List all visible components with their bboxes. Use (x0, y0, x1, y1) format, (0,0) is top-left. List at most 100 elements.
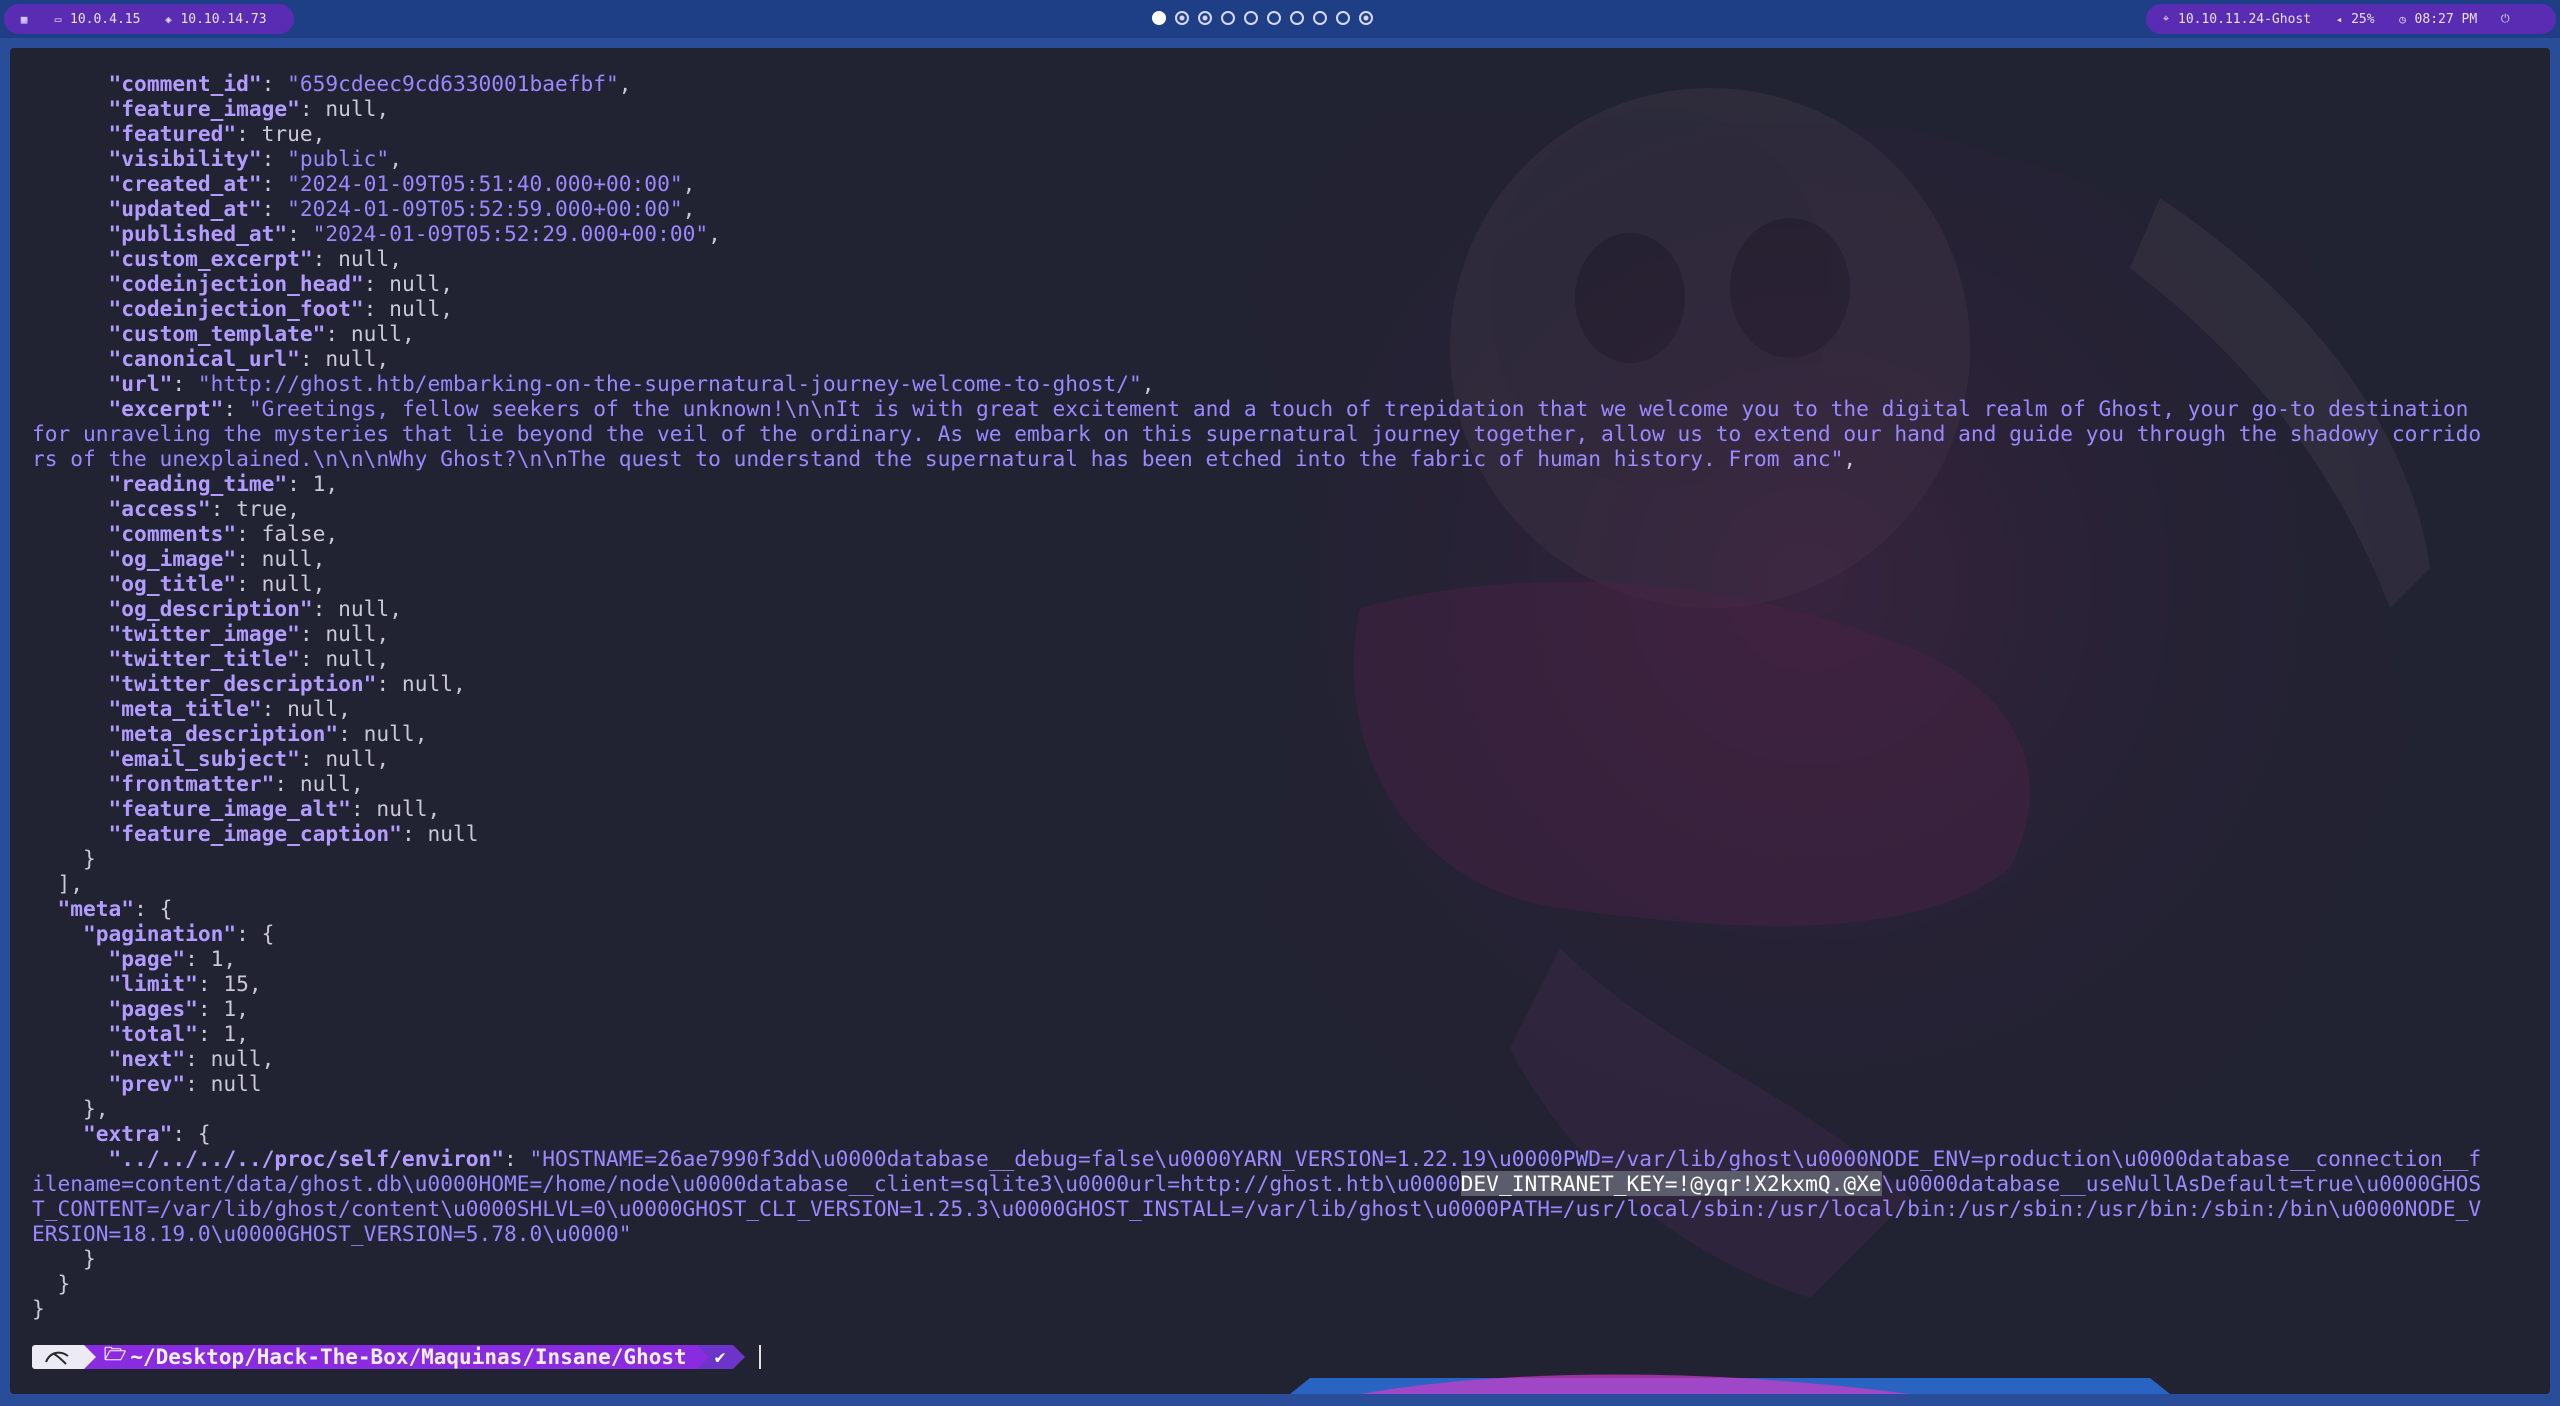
json-key: "total" (108, 1021, 198, 1046)
json-string: ilename=content/data/ghost.db\u0000HOME=… (32, 1171, 1461, 1196)
json-key: "meta_title" (108, 696, 262, 721)
json-string: \u0000database__useNullAsDefault=true\u0… (1881, 1171, 2482, 1196)
terminal-line: ilename=content/data/ghost.db\u0000HOME=… (32, 1171, 2542, 1196)
terminal-line: "pages": 1, (32, 996, 2542, 1021)
terminal-text: } (32, 1271, 71, 1296)
terminal-line: ], (32, 871, 2542, 896)
json-key: "codeinjection_head" (108, 271, 364, 296)
json-key: "meta_description" (108, 721, 339, 746)
terminal-line: T_CONTENT=/var/lib/ghost/content\u0000SH… (32, 1196, 2542, 1221)
terminal-text: : { (236, 921, 275, 946)
terminal-line: "feature_image_alt": null, (32, 796, 2542, 821)
status-ok-badge: ✔ (708, 1345, 734, 1369)
terminal-text: : null, (312, 596, 402, 621)
workspace-switcher (1152, 11, 1373, 25)
power-icon[interactable]: ⏻ (2499, 12, 2511, 26)
terminal-text: : true, (210, 496, 300, 521)
json-key: "feature_image_caption" (108, 821, 402, 846)
workspace-10[interactable] (1359, 11, 1373, 25)
json-key: "../../../../proc/self/environ" (108, 1146, 504, 1171)
json-string: for unraveling the mysteries that lie be… (32, 421, 2482, 446)
json-string: "Greetings, fellow seekers of the unknow… (248, 396, 2469, 421)
terminal-text: : (261, 146, 288, 171)
terminal-text: ], (32, 871, 84, 896)
json-string: "public" (287, 146, 390, 171)
terminal-text: : (261, 171, 288, 196)
terminal-line: } (32, 1271, 2542, 1296)
json-key: "codeinjection_foot" (108, 296, 364, 321)
terminal-line: } (32, 1296, 2542, 1321)
terminal-text: }, (32, 1096, 109, 1121)
terminal-text: , (682, 171, 696, 196)
json-key: "og_description" (108, 596, 313, 621)
grid-icon[interactable]: ▦ (18, 13, 30, 26)
terminal-line: "next": null, (32, 1046, 2542, 1071)
json-key: "reading_time" (108, 471, 288, 496)
json-key: "og_title" (108, 571, 237, 596)
workspace-3[interactable] (1198, 11, 1212, 25)
json-key: "limit" (108, 971, 198, 996)
volume-indicator[interactable]: ◂ 25% (2333, 12, 2375, 27)
terminal-line: "page": 1, (32, 946, 2542, 971)
terminal-output: "comment_id": "659cdeec9cd6330001baefbf"… (32, 71, 2542, 1321)
terminal-text: : null, (338, 721, 428, 746)
target-indicator: ⌖ 10.10.11.24-Ghost (2160, 12, 2311, 27)
terminal-line: ERSION=18.19.0\u0000GHOST_VERSION=5.78.0… (32, 1221, 2542, 1246)
workspace-2[interactable] (1175, 11, 1189, 25)
terminal-line: "codeinjection_head": null, (32, 271, 2542, 296)
workspace-4[interactable] (1221, 11, 1235, 25)
terminal-line: "access": true, (32, 496, 2542, 521)
terminal-line: "published_at": "2024-01-09T05:52:29.000… (32, 221, 2542, 246)
terminal-text: : { (134, 896, 173, 921)
workspace-6[interactable] (1267, 11, 1281, 25)
terminal-line: "custom_excerpt": null, (32, 246, 2542, 271)
clock-icon: ◷ (2399, 12, 2406, 26)
json-key: "twitter_image" (108, 621, 300, 646)
terminal-text: : 1, (197, 996, 249, 1021)
terminal-text: : 1, (197, 1021, 249, 1046)
shield-icon: ◈ (165, 12, 172, 26)
terminal-text: : null, (363, 271, 453, 296)
workspace-8[interactable] (1313, 11, 1327, 25)
workspace-5[interactable] (1244, 11, 1258, 25)
workspace-7[interactable] (1290, 11, 1304, 25)
terminal-line: "visibility": "public", (32, 146, 2542, 171)
terminal-line: "twitter_image": null, (32, 621, 2542, 646)
terminal-text: : null, (363, 296, 453, 321)
terminal-text: : (223, 396, 249, 421)
terminal-window[interactable]: "comment_id": "659cdeec9cd6330001baefbf"… (10, 48, 2550, 1394)
json-key: "feature_image" (108, 96, 300, 121)
terminal-line: "codeinjection_foot": null, (32, 296, 2542, 321)
workspace-1[interactable] (1152, 11, 1166, 25)
workspace-9[interactable] (1336, 11, 1350, 25)
terminal-text: : null, (274, 771, 364, 796)
json-key: "frontmatter" (108, 771, 275, 796)
terminal-line: "canonical_url": null, (32, 346, 2542, 371)
terminal-text: , (389, 146, 402, 171)
text-cursor[interactable] (759, 1345, 762, 1369)
terminal-text: , (1141, 371, 1155, 396)
json-key: "extra" (83, 1121, 173, 1146)
json-string: "http://ghost.htb/embarking-on-the-super… (197, 371, 1142, 396)
terminal-line: "og_image": null, (32, 546, 2542, 571)
json-key: "next" (108, 1046, 186, 1071)
json-key: "canonical_url" (108, 346, 300, 371)
